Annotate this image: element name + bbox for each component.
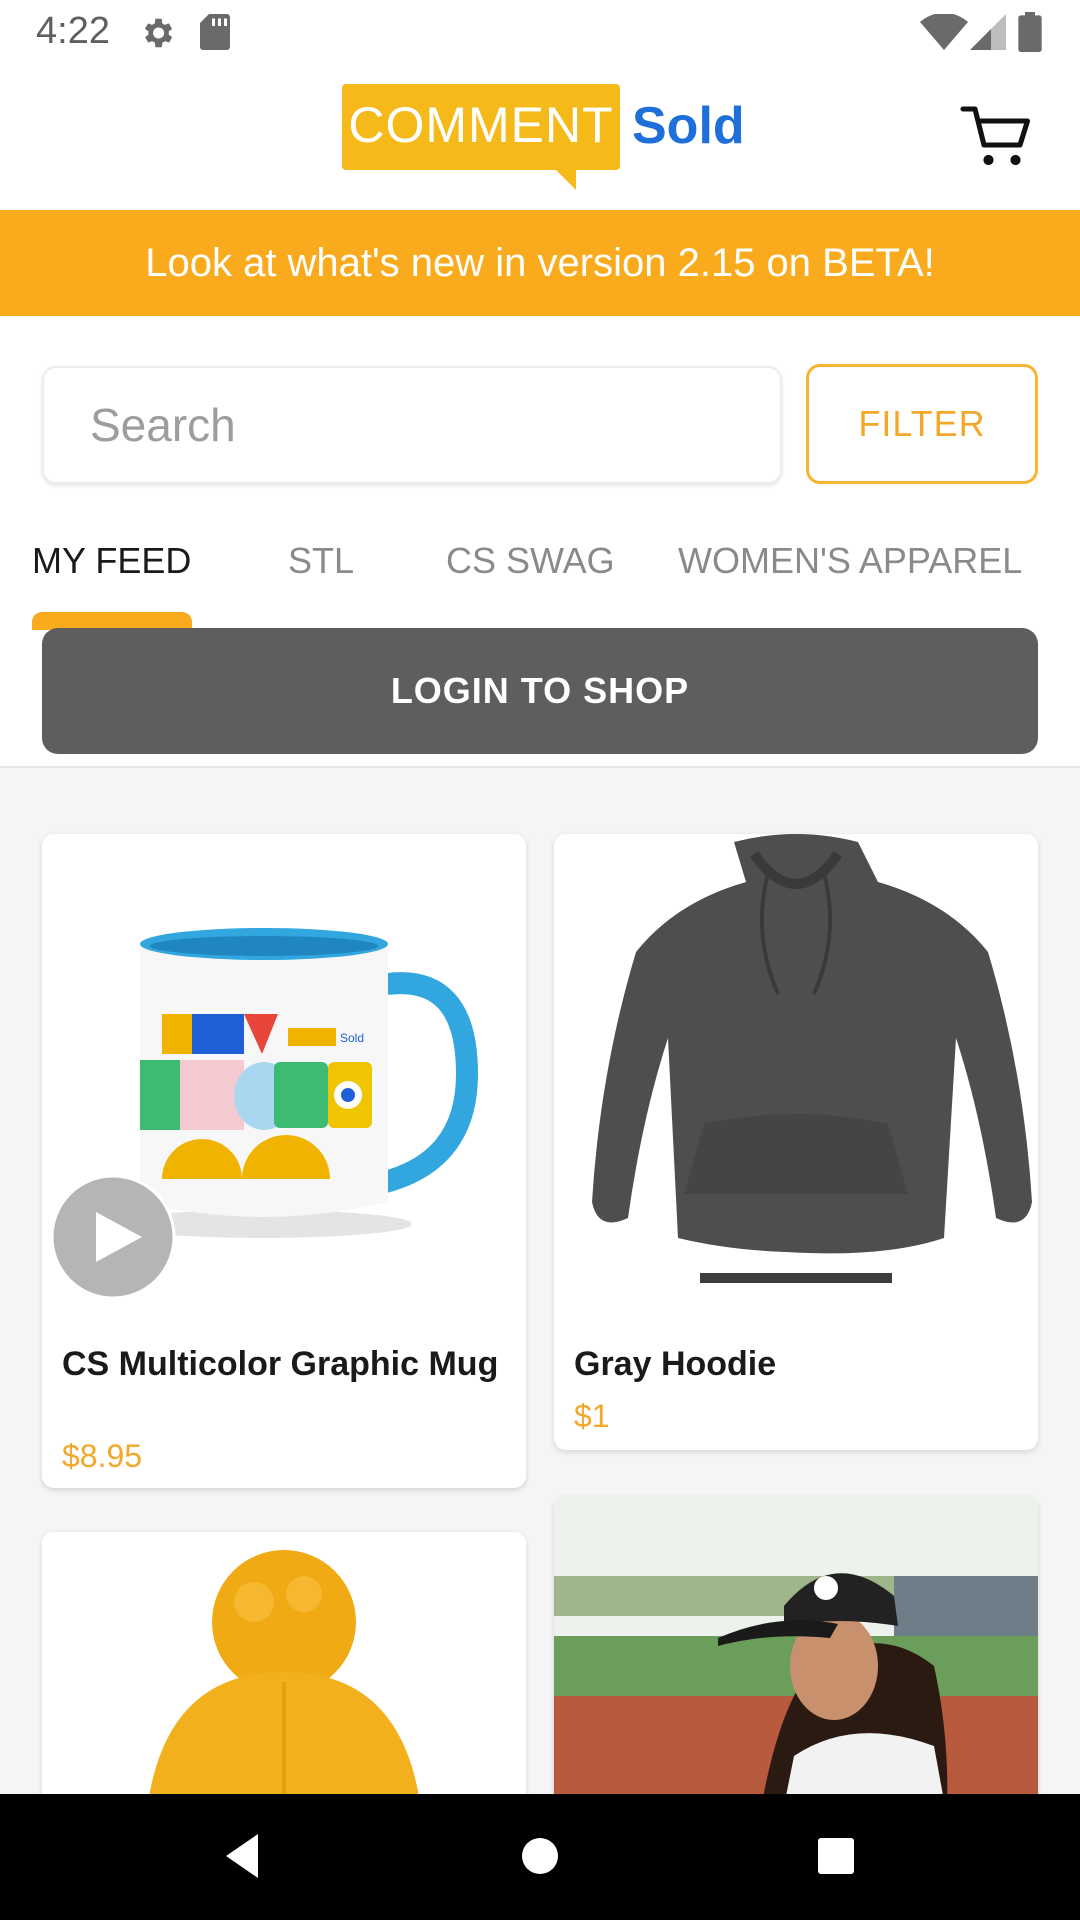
product-card[interactable] <box>42 1532 526 1794</box>
login-to-shop-button[interactable]: LOGIN TO SHOP <box>42 628 1038 754</box>
search-input[interactable]: Search <box>42 366 782 484</box>
search-row: Search FILTER <box>0 316 1080 496</box>
filter-label: FILTER <box>858 403 986 444</box>
play-video-icon[interactable] <box>50 1174 176 1300</box>
svg-text:Sold: Sold <box>340 1031 364 1045</box>
search-placeholder: Search <box>90 399 236 451</box>
wifi-icon <box>920 14 968 50</box>
product-price: $1 <box>574 1398 610 1434</box>
app-header: COMMENT Sold <box>0 64 1080 210</box>
beta-banner[interactable]: Look at what's new in version 2.15 on BE… <box>0 210 1080 316</box>
product-price: $8.95 <box>62 1438 143 1474</box>
tab-stl[interactable]: STL <box>288 540 354 582</box>
login-label: LOGIN TO SHOP <box>390 670 690 711</box>
battery-icon <box>1018 12 1042 52</box>
product-title: Gray Hoodie <box>574 1345 777 1383</box>
system-nav-bar <box>0 1794 1080 1920</box>
recents-icon[interactable] <box>808 1828 864 1884</box>
hoodie-image <box>554 834 1038 1318</box>
logo-sold-text: Sold <box>632 97 745 155</box>
cart-icon[interactable] <box>960 100 1032 172</box>
gear-icon <box>144 18 173 48</box>
product-title: CS Multicolor Graphic Mug <box>62 1345 499 1383</box>
back-icon[interactable] <box>214 1826 274 1886</box>
home-icon[interactable] <box>510 1826 570 1886</box>
beanie-image <box>42 1532 526 1794</box>
beta-banner-text: Look at what's new in version 2.15 on BE… <box>145 240 935 285</box>
status-bar: 4:22 <box>0 0 1080 64</box>
product-card[interactable]: Gray Hoodie $1 <box>554 834 1038 1450</box>
product-card[interactable] <box>554 1496 1038 1794</box>
filter-button[interactable]: FILTER <box>806 364 1038 484</box>
commentsold-logo[interactable]: COMMENT Sold <box>342 84 745 194</box>
logo-speech-tail <box>554 168 576 190</box>
tab-my-feed[interactable]: MY FEED <box>32 540 191 582</box>
category-tabs: MY FEED STL CS SWAG WOMEN'S APPAREL <box>0 520 1080 630</box>
signal-icon <box>970 14 1006 50</box>
tab-cs-swag[interactable]: CS SWAG <box>446 540 615 582</box>
sd-card-icon <box>200 14 230 50</box>
status-time: 4:22 <box>36 10 110 52</box>
logo-comment-text: COMMENT <box>348 97 614 153</box>
product-card[interactable]: Sold CS Multicolor Graphic Mug $8.95 <box>42 834 526 1488</box>
product-feed: Sold CS Multicolor Graphic Mug $8.95 Gra… <box>0 768 1080 1794</box>
cap-photo-image <box>554 1496 1038 1794</box>
tab-womens-apparel[interactable]: WOMEN'S APPAREL <box>678 540 1022 582</box>
